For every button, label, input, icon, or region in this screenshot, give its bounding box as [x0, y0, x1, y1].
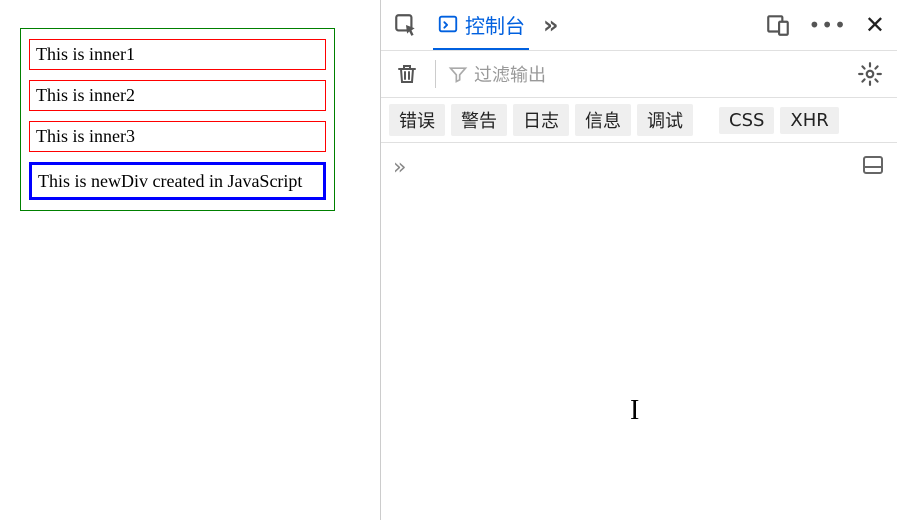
filter-chip-xhr[interactable]: XHR	[780, 107, 838, 134]
devtools-toolbar: 过滤输出	[381, 50, 897, 98]
devtools-tabbar: 控制台 » ••• ✕	[381, 0, 897, 50]
log-filter-bar: 错误 警告 日志 信息 调试 CSS XHR	[381, 98, 897, 143]
funnel-icon	[448, 64, 468, 84]
console-input-row[interactable]: »	[381, 143, 897, 191]
filter-chip-warn[interactable]: 警告	[451, 104, 507, 136]
filter-chip-css[interactable]: CSS	[719, 107, 774, 134]
filter-chip-info[interactable]: 信息	[575, 104, 631, 136]
devtools-panel: 控制台 » ••• ✕ 过滤输出	[380, 0, 897, 520]
filter-input[interactable]: 过滤输出	[448, 61, 841, 87]
trash-icon[interactable]	[391, 58, 423, 90]
gear-icon[interactable]	[853, 57, 887, 91]
console-prompt-icon: »	[393, 155, 406, 180]
filter-chip-error[interactable]: 错误	[389, 104, 445, 136]
inspector-icon[interactable]	[389, 8, 423, 42]
filter-placeholder: 过滤输出	[474, 61, 546, 87]
filter-chip-debug[interactable]: 调试	[637, 104, 693, 136]
inner-div-2: This is inner2	[29, 80, 326, 111]
tab-console[interactable]: 控制台	[433, 0, 529, 50]
inner-div-3: This is inner3	[29, 121, 326, 152]
overflow-tabs-icon[interactable]: »	[539, 7, 563, 43]
split-console-icon[interactable]	[861, 153, 885, 181]
filter-chip-log[interactable]: 日志	[513, 104, 569, 136]
inner-div-1: This is inner1	[29, 39, 326, 70]
text-cursor: I	[630, 395, 639, 427]
divider	[435, 60, 436, 88]
responsive-design-icon[interactable]	[761, 8, 795, 42]
new-div: This is newDiv created in JavaScript	[29, 162, 326, 200]
close-icon[interactable]: ✕	[861, 11, 889, 39]
page-content: This is inner1 This is inner2 This is in…	[0, 0, 380, 520]
outer-div: This is inner1 This is inner2 This is in…	[20, 28, 335, 211]
more-menu-icon[interactable]: •••	[805, 9, 851, 41]
tab-console-label: 控制台	[465, 10, 525, 39]
